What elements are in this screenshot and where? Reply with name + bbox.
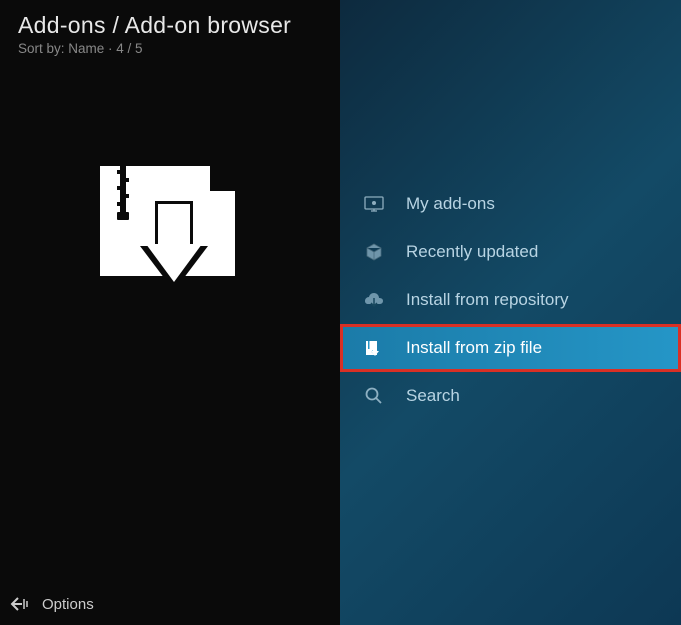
zip-install-icon <box>360 338 388 358</box>
zip-file-download-icon <box>90 156 250 296</box>
page-subtitle: Sort by: Name · 4 / 5 <box>18 41 322 56</box>
menu-item-label: Recently updated <box>406 242 538 262</box>
menu-item-my-addons[interactable]: My add-ons <box>340 180 681 228</box>
monitor-addons-icon <box>360 194 388 214</box>
menu-panel: My add-ons Recently updated Install from… <box>340 0 681 625</box>
menu-item-install-zip[interactable]: Install from zip file <box>340 324 681 372</box>
page-title: Add-ons / Add-on browser <box>18 12 322 39</box>
menu-item-label: Install from repository <box>406 290 569 310</box>
menu-item-search[interactable]: Search <box>340 372 681 420</box>
search-icon <box>360 386 388 406</box>
menu-item-install-repository[interactable]: Install from repository <box>340 276 681 324</box>
left-panel: Add-ons / Add-on browser Sort by: Name ·… <box>0 0 340 625</box>
menu-item-recently-updated[interactable]: Recently updated <box>340 228 681 276</box>
options-bar[interactable]: Options <box>0 583 340 625</box>
feature-icon-container <box>18 156 322 296</box>
options-label: Options <box>42 596 94 613</box>
cloud-download-icon <box>360 290 388 310</box>
menu-item-label: Install from zip file <box>406 338 542 358</box>
options-arrow-icon <box>10 596 28 612</box>
menu-item-label: My add-ons <box>406 194 495 214</box>
menu-item-label: Search <box>406 386 460 406</box>
box-icon <box>360 242 388 262</box>
